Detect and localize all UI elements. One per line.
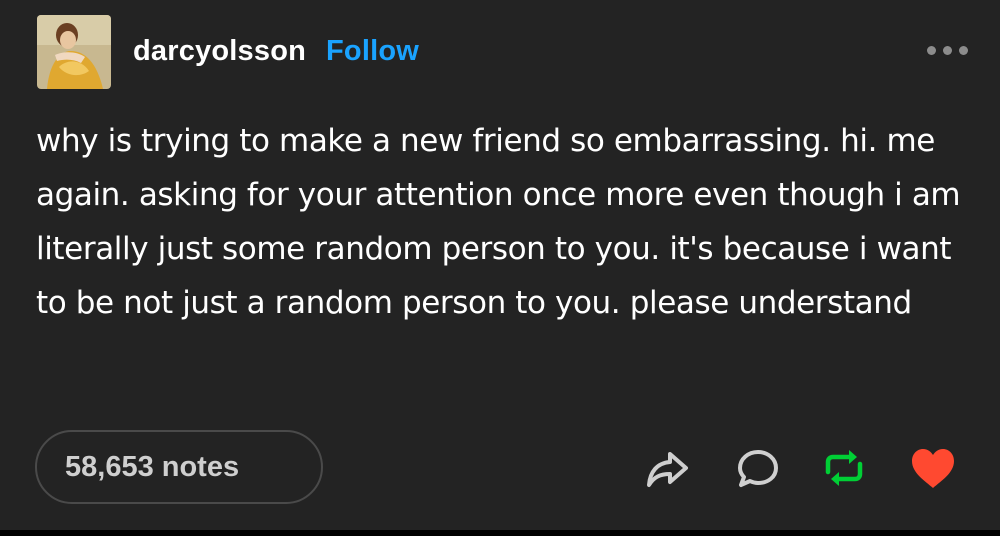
heart-icon[interactable] [909,446,955,490]
notes-count-button[interactable]: 58,653 notes [35,430,323,504]
post-body: why is trying to make a new friend so em… [36,123,961,321]
follow-button[interactable]: Follow [326,35,419,68]
post-card: darcyolsson Follow why is trying to make… [0,0,1000,530]
avatar[interactable] [37,15,111,89]
share-arrow-icon[interactable] [644,446,690,490]
reblog-icon[interactable] [821,446,867,490]
reply-bubble-icon[interactable] [735,446,781,490]
username[interactable]: darcyolsson [133,35,306,68]
more-dots-icon[interactable] [924,43,972,57]
